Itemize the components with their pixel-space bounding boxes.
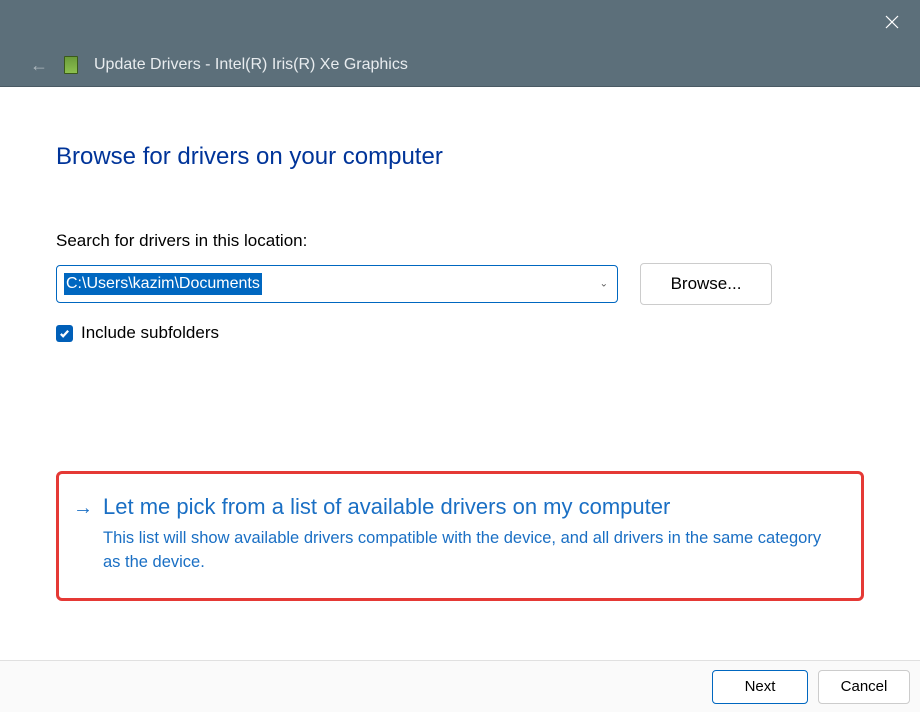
- path-combobox[interactable]: C:\Users\kazim\Documents ⌄: [56, 265, 618, 303]
- cancel-button[interactable]: Cancel: [818, 670, 910, 704]
- close-icon: [884, 14, 900, 30]
- checkmark-icon: [59, 328, 70, 339]
- include-subfolders-checkbox[interactable]: [56, 325, 73, 342]
- highlighted-option-box: → Let me pick from a list of available d…: [56, 471, 864, 601]
- option-title: Let me pick from a list of available dri…: [103, 494, 843, 520]
- option-description: This list will show available drivers co…: [103, 526, 843, 574]
- include-subfolders-label[interactable]: Include subfolders: [81, 323, 219, 343]
- header-title: Update Drivers - Intel(R) Iris(R) Xe Gra…: [94, 56, 408, 74]
- wizard-content: Browse for drivers on your computer Sear…: [0, 87, 920, 601]
- pick-from-list-option[interactable]: → Let me pick from a list of available d…: [73, 494, 843, 574]
- search-location-label: Search for drivers in this location:: [56, 231, 864, 251]
- option-text-wrapper: Let me pick from a list of available dri…: [103, 494, 843, 574]
- include-subfolders-row: Include subfolders: [56, 323, 864, 343]
- browse-button[interactable]: Browse...: [640, 263, 772, 305]
- path-input[interactable]: [56, 265, 618, 303]
- arrow-right-icon: →: [73, 494, 93, 574]
- window-titlebar: [0, 0, 920, 44]
- search-row: C:\Users\kazim\Documents ⌄ Browse...: [56, 263, 864, 305]
- wizard-footer: Next Cancel: [0, 660, 920, 712]
- page-title: Browse for drivers on your computer: [56, 143, 864, 171]
- close-button[interactable]: [882, 12, 902, 32]
- back-arrow-icon: ←: [30, 55, 48, 76]
- next-button[interactable]: Next: [712, 670, 808, 704]
- wizard-header: ← Update Drivers - Intel(R) Iris(R) Xe G…: [0, 44, 920, 87]
- device-icon: [64, 56, 78, 74]
